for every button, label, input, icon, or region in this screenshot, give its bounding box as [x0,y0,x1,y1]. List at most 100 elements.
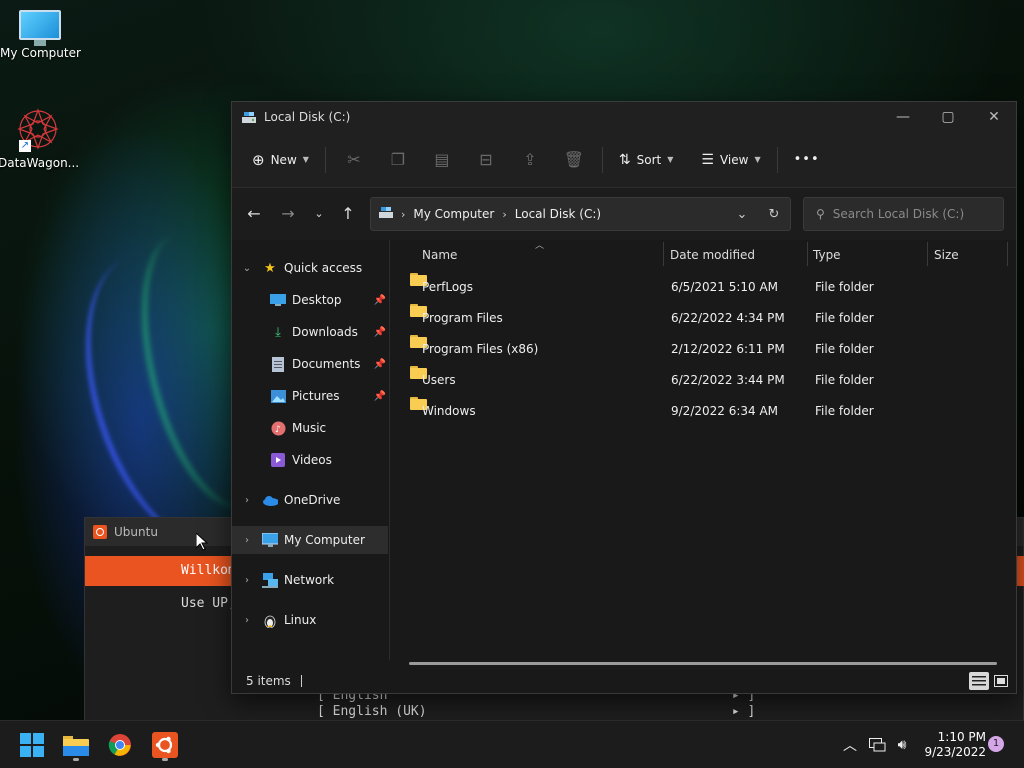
minimize-button[interactable]: — [880,102,926,132]
rename-button[interactable]: ⊟ [464,143,508,177]
desktop-icon-my-computer[interactable]: My Computer [0,10,81,60]
column-divider[interactable] [663,242,664,266]
chevron-down-icon: ▼ [667,155,674,164]
taskbar-file-explorer[interactable] [56,729,96,761]
nav-label: Network [284,573,335,587]
pin-icon[interactable]: 📌 [374,327,386,338]
column-header-date[interactable]: Date modified [670,240,755,270]
search-box[interactable]: ⚲ [803,197,1004,231]
network-tray-icon[interactable] [866,721,888,768]
nav-linux[interactable]: › Linux [232,606,388,634]
desktop-icon-datawagon[interactable]: ↗ DataWagon... [0,106,79,170]
horizontal-scrollbar[interactable] [409,662,997,665]
close-button[interactable]: ✕ [971,102,1017,132]
share-button[interactable]: ⇪ [508,143,552,177]
navigation-pane: ⌄ ★ Quick access Desktop 📌 ⤓ Downloads 📌… [232,240,390,660]
table-row[interactable]: PerfLogs 6/5/2021 5:10 AM File folder [401,273,1001,301]
details-view-button[interactable] [969,672,989,690]
breadcrumb-separator-icon: › [502,207,507,221]
details-view-icon [972,676,986,686]
taskbar-ubuntu[interactable] [145,729,185,761]
back-button[interactable]: ← [241,202,267,226]
file-explorer-window[interactable]: Local Disk (C:) — ▢ ✕ ⊕ New ▼ ✂ ❐ ▤ ⊟ ⇪ … [231,101,1017,694]
nav-network[interactable]: › Network [232,566,388,594]
refresh-icon[interactable]: ↻ [758,207,790,222]
file-name: Users [422,373,456,387]
cut-button[interactable]: ✂ [332,143,376,177]
new-button-label: New [270,152,297,167]
column-divider[interactable] [807,242,808,266]
table-row[interactable]: Windows 9/2/2022 6:34 AM File folder [401,397,1001,425]
ubuntu-window-title: Ubuntu [114,525,158,539]
file-type: File folder [815,342,874,356]
table-row[interactable]: Users 6/22/2022 3:44 PM File folder [401,366,1001,394]
search-icon: ⚲ [816,207,825,221]
column-divider[interactable] [927,242,928,266]
nav-quick-access[interactable]: ⌄ ★ Quick access [232,254,388,282]
video-icon [270,452,286,468]
nav-item-music[interactable]: ♪ Music [232,414,388,442]
explorer-titlebar[interactable]: Local Disk (C:) — ▢ ✕ [232,102,1016,132]
pin-icon[interactable]: 📌 [374,359,386,370]
address-bar[interactable]: › My Computer › Local Disk (C:) ⌄ ↻ [370,197,791,231]
file-name: Program Files [422,311,503,325]
paste-button[interactable]: ▤ [420,143,464,177]
volume-icon[interactable]: 🔊︎ [891,721,913,768]
running-indicator [162,758,168,761]
running-indicator [73,758,79,761]
pin-icon[interactable]: 📌 [374,391,386,402]
nav-label: Desktop [292,293,342,307]
sort-button-label: Sort [636,152,662,167]
nav-item-downloads[interactable]: ⤓ Downloads 📌 [232,318,388,346]
table-row[interactable]: Program Files 6/22/2022 4:34 PM File fol… [401,304,1001,332]
windows-logo-icon [20,733,44,757]
forward-button[interactable]: → [275,202,301,226]
sort-button[interactable]: ⇅ Sort ▼ [609,143,684,177]
large-icons-view-button[interactable] [991,672,1011,690]
view-button[interactable]: ☰ View ▼ [691,143,770,177]
penguin-icon [262,612,278,628]
more-options-icon: ••• [793,152,820,167]
nav-label: Linux [284,613,317,627]
nav-item-videos[interactable]: Videos [232,446,388,474]
address-history-chevron-icon[interactable]: ⌄ [726,207,758,222]
delete-button[interactable]: 🗑 [552,143,596,177]
recent-locations-button[interactable]: ⌄ [306,202,332,226]
column-header-size[interactable]: Size [934,240,959,270]
new-button[interactable]: ⊕ New ▼ [242,143,319,177]
desktop-icon-label: My Computer [0,46,81,60]
trash-icon: 🗑 [563,150,585,169]
nav-onedrive[interactable]: › OneDrive [232,486,388,514]
notification-badge[interactable]: 1 [988,736,1004,752]
breadcrumb-my-computer[interactable]: My Computer [413,207,494,221]
breadcrumb-local-disk[interactable]: Local Disk (C:) [515,207,601,221]
chevron-down-icon: ⌄ [242,262,252,274]
column-header-type[interactable]: Type [813,240,841,270]
start-button[interactable] [12,729,52,761]
datawagon-logo-icon: ↗ [15,106,61,152]
ubuntu-instruction-text: Use UP, [181,596,236,611]
pin-icon[interactable]: 📌 [374,295,386,306]
taskbar-chrome[interactable] [100,729,140,761]
more-options-button[interactable]: ••• [784,143,830,177]
show-hidden-icons-button[interactable]: ︿ [840,721,860,768]
sort-arrows-icon: ⇅ [618,151,631,168]
search-input[interactable] [832,207,983,221]
column-divider[interactable] [1007,242,1008,266]
file-date: 6/22/2022 3:44 PM [671,373,785,387]
nav-item-pictures[interactable]: Pictures 📌 [232,382,388,410]
column-header-name[interactable]: Name [422,240,457,270]
copy-button[interactable]: ❐ [376,143,420,177]
maximize-button[interactable]: ▢ [925,102,971,132]
window-title: Local Disk (C:) [264,110,351,124]
ubuntu-language-option[interactable]: [ English (UK) ▸ ] [317,704,755,719]
nav-my-computer[interactable]: › My Computer [232,526,388,554]
table-row[interactable]: Program Files (x86) 2/12/2022 6:11 PM Fi… [401,335,1001,363]
up-button[interactable]: ↑ [335,202,361,226]
file-name: PerfLogs [422,280,474,294]
nav-item-desktop[interactable]: Desktop 📌 [232,286,388,314]
file-date: 2/12/2022 6:11 PM [671,342,785,356]
download-icon: ⤓ [275,324,281,340]
nav-item-documents[interactable]: Documents 📌 [232,350,388,378]
clock[interactable]: 1:10 PM 9/23/2022 [920,730,986,760]
